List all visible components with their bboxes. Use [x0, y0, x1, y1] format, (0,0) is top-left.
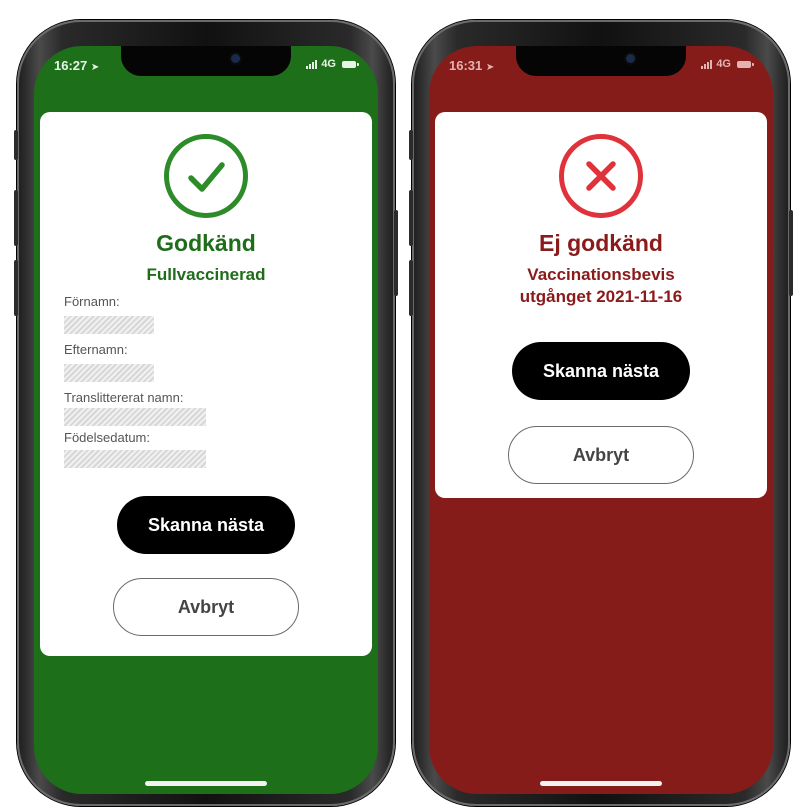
result-card: Ej godkänd Vaccinationsbevis utgånget 20… — [435, 112, 767, 498]
volume-up-button — [14, 190, 18, 246]
status-time: 16:27 ➤ — [54, 58, 99, 73]
cross-icon — [559, 134, 643, 218]
phone-rejected: 16:31 ➤ 4G Ej godkänd Vaccinationsbevis … — [409, 20, 793, 806]
home-indicator[interactable] — [540, 781, 662, 786]
time-text: 16:27 — [54, 58, 88, 73]
scan-next-button[interactable]: Skanna nästa — [117, 496, 295, 554]
result-title: Godkänd — [156, 230, 256, 256]
transliterated-name-label: Translittererat namn: — [64, 390, 184, 405]
result-subtitle: Fullvaccinerad — [146, 265, 266, 284]
volume-up-button — [409, 190, 413, 246]
status-indicators: 4G — [701, 58, 754, 70]
first-name-label: Förnamn: — [64, 294, 120, 309]
camera-icon — [231, 54, 240, 63]
result-subtitle-line1: Vaccinationsbevis — [527, 265, 675, 284]
network-type: 4G — [716, 58, 731, 70]
signal-icon — [306, 59, 318, 69]
power-button — [394, 210, 398, 296]
home-indicator[interactable] — [145, 781, 267, 786]
result-title: Ej godkänd — [539, 230, 663, 256]
transliterated-name-value-redacted — [64, 408, 206, 426]
battery-icon — [342, 60, 359, 68]
last-name-value-redacted — [64, 364, 154, 382]
result-subtitle-line2: utgånget 2021-11-16 — [519, 287, 683, 306]
time-text: 16:31 — [449, 58, 483, 73]
checkmark-icon — [164, 134, 248, 218]
scan-next-button[interactable]: Skanna nästa — [512, 342, 690, 400]
notch — [121, 46, 291, 76]
notch — [516, 46, 686, 76]
result-card: Godkänd Fullvaccinerad Förnamn: Efternam… — [40, 112, 372, 656]
volume-down-button — [409, 260, 413, 316]
power-button — [789, 210, 793, 296]
first-name-value-redacted — [64, 316, 154, 334]
birth-date-value-redacted — [64, 450, 206, 468]
signal-icon — [701, 59, 713, 69]
status-indicators: 4G — [306, 58, 359, 70]
cancel-button[interactable]: Avbryt — [113, 578, 299, 636]
screen: 16:31 ➤ 4G Ej godkänd Vaccinationsbevis … — [429, 46, 773, 794]
battery-icon — [737, 60, 754, 68]
status-time: 16:31 ➤ — [449, 58, 494, 73]
phone-approved: 16:27 ➤ 4G Godkänd Fullvaccinerad Förnam… — [14, 20, 398, 806]
screen: 16:27 ➤ 4G Godkänd Fullvaccinerad Förnam… — [34, 46, 378, 794]
location-arrow-icon: ➤ — [90, 62, 100, 73]
birth-date-label: Födelsedatum: — [64, 430, 150, 445]
mute-switch — [409, 130, 413, 160]
location-arrow-icon: ➤ — [485, 62, 495, 73]
camera-icon — [626, 54, 635, 63]
mute-switch — [14, 130, 18, 160]
last-name-label: Efternamn: — [64, 342, 128, 357]
volume-down-button — [14, 260, 18, 316]
cancel-button[interactable]: Avbryt — [508, 426, 694, 484]
network-type: 4G — [321, 58, 336, 70]
